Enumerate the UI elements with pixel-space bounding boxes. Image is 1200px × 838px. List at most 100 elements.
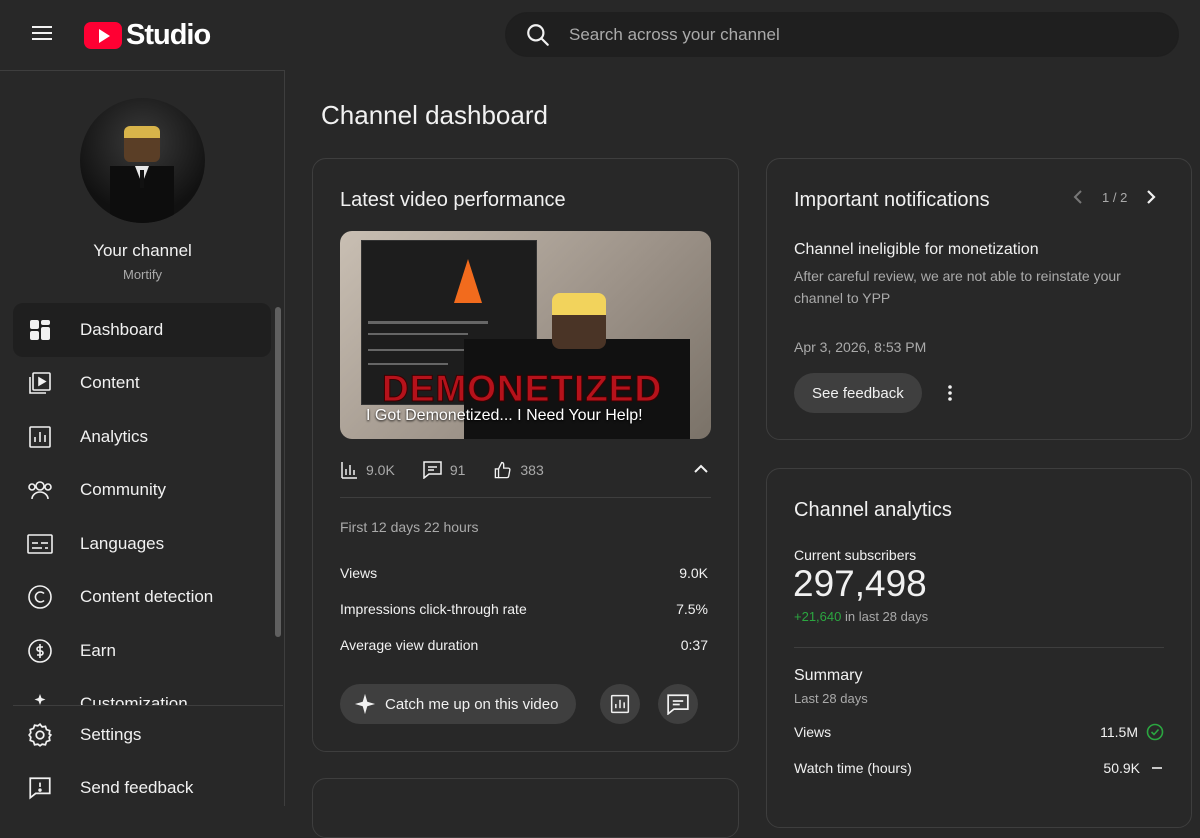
sidebar-item-label: Languages bbox=[80, 533, 165, 553]
important-notifications-card: Important notifications 1 / 2 Channel in… bbox=[766, 158, 1192, 440]
video-title[interactable]: I Got Demonetized... I Need Your Help! bbox=[366, 407, 643, 425]
comments-count: 91 bbox=[449, 462, 466, 478]
top-bar: Studio bbox=[0, 0, 1200, 70]
search-input[interactable] bbox=[569, 24, 1129, 45]
sidebar-item-earn[interactable]: Earn bbox=[13, 624, 271, 678]
search-bar[interactable] bbox=[505, 12, 1179, 57]
channel-handle: Mortify bbox=[123, 267, 162, 282]
sidebar-item-settings[interactable]: Settings bbox=[13, 708, 283, 762]
chevron-right-icon[interactable] bbox=[1145, 189, 1157, 205]
video-comments-button[interactable] bbox=[658, 684, 698, 724]
chevron-up-icon[interactable] bbox=[693, 463, 709, 475]
earn-icon bbox=[26, 637, 54, 665]
catch-me-up-button[interactable]: Catch me up on this video bbox=[340, 684, 577, 724]
latest-video-card: Latest video performance DEMONETIZED I G… bbox=[312, 158, 739, 752]
page-title: Channel dashboard bbox=[321, 100, 548, 130]
main-content: Channel dashboard Latest video performan… bbox=[286, 70, 1200, 838]
video-analytics-button[interactable] bbox=[600, 684, 640, 724]
subscribers-delta-suffix: in last 28 days bbox=[841, 609, 929, 624]
sidebar-item-content-detection[interactable]: Content detection bbox=[13, 571, 271, 625]
likes-stat: 383 bbox=[493, 461, 544, 480]
subscribers-delta: +21,640 in last 28 days bbox=[794, 609, 928, 624]
sidebar-item-label: Settings bbox=[80, 724, 142, 744]
sidebar-item-label: Send feedback bbox=[80, 778, 194, 798]
metric-value: 9.0K bbox=[679, 565, 708, 581]
dashboard-icon bbox=[26, 316, 54, 344]
sparkle-icon bbox=[354, 693, 376, 715]
sidebar-item-label: Community bbox=[80, 480, 166, 500]
video-thumbnail[interactable]: DEMONETIZED I Got Demonetized... I Need … bbox=[340, 231, 711, 439]
sidebar-item-analytics[interactable]: Analytics bbox=[13, 410, 271, 464]
notification-title: Channel ineligible for monetization bbox=[794, 241, 1039, 258]
community-icon bbox=[26, 476, 54, 504]
card-title: Channel analytics bbox=[794, 499, 952, 521]
metric-label: Average view duration bbox=[340, 637, 479, 653]
likes-count: 383 bbox=[520, 462, 544, 478]
content-icon bbox=[26, 369, 54, 397]
sidebar-item-label: Analytics bbox=[80, 426, 149, 446]
channel-avatar[interactable] bbox=[80, 98, 205, 223]
metric-value: 0:37 bbox=[680, 637, 708, 653]
thumbs-up-icon bbox=[495, 461, 511, 478]
sidebar-item-community[interactable]: Community bbox=[13, 464, 271, 518]
divider bbox=[794, 647, 1164, 648]
settings-icon bbox=[26, 721, 54, 749]
check-icon bbox=[1146, 723, 1164, 741]
youtube-studio-logo[interactable]: Studio bbox=[84, 18, 211, 52]
sidebar-item-languages[interactable]: Languages bbox=[13, 517, 271, 571]
sidebar-item-send-feedback[interactable]: Send feedback bbox=[13, 762, 283, 807]
languages-icon bbox=[26, 530, 54, 558]
bar-chart-icon bbox=[341, 462, 357, 479]
see-feedback-label: See feedback bbox=[812, 384, 904, 402]
subscribers-count: 297,498 bbox=[793, 563, 927, 604]
analytics-icon bbox=[610, 694, 630, 714]
analytics-icon bbox=[26, 423, 54, 451]
metric-label: Views bbox=[340, 565, 378, 581]
summary-label: Views bbox=[794, 724, 832, 740]
notification-body: After careful review, we are not able to… bbox=[794, 268, 1121, 306]
subscribers-delta-value: +21,640 bbox=[794, 609, 842, 624]
views-count: 9.0K bbox=[366, 462, 395, 478]
channel-name[interactable]: Your channel bbox=[0, 241, 284, 261]
search-icon[interactable] bbox=[525, 22, 551, 48]
thumbnail-overlay-text: DEMONETIZED bbox=[381, 368, 663, 410]
summary-value: 50.9K bbox=[1103, 760, 1140, 776]
sidebar: Your channel Mortify Dashboard Content A… bbox=[0, 70, 285, 806]
comments-stat: 91 bbox=[423, 461, 466, 479]
see-feedback-button[interactable]: See feedback bbox=[794, 373, 922, 413]
sidebar-nav: Dashboard Content Analytics Community La… bbox=[13, 303, 271, 731]
logo-text: Studio bbox=[126, 18, 211, 51]
metric-row: Impressions click-through rate 7.5% bbox=[340, 601, 708, 617]
catch-me-up-label: Catch me up on this video bbox=[385, 695, 559, 713]
sidebar-item-label: Dashboard bbox=[80, 319, 164, 339]
copyright-icon bbox=[26, 583, 54, 611]
pager-text: 1 / 2 bbox=[1102, 189, 1128, 205]
subscribers-label: Current subscribers bbox=[794, 547, 917, 563]
dash-icon bbox=[1152, 767, 1162, 769]
metric-value: 7.5% bbox=[676, 601, 708, 617]
sidebar-item-label: Content bbox=[80, 373, 140, 393]
sidebar-scrollbar[interactable] bbox=[275, 307, 281, 637]
chevron-left-icon[interactable] bbox=[1072, 189, 1084, 205]
summary-row: Views 11.5M bbox=[794, 723, 1164, 741]
summary-label: Watch time (hours) bbox=[794, 760, 912, 776]
hamburger-menu-button[interactable] bbox=[28, 22, 56, 48]
sidebar-item-label: Earn bbox=[80, 640, 116, 660]
summary-period: Last 28 days bbox=[794, 691, 868, 706]
sidebar-item-dashboard[interactable]: Dashboard bbox=[13, 303, 271, 357]
comment-icon bbox=[423, 461, 442, 479]
next-card bbox=[312, 778, 739, 838]
period-label: First 12 days 22 hours bbox=[340, 519, 479, 535]
sidebar-item-content[interactable]: Content bbox=[13, 357, 271, 411]
summary-title: Summary bbox=[794, 667, 863, 684]
video-stats-row: 9.0K 91 383 bbox=[340, 455, 711, 485]
more-vert-icon[interactable] bbox=[947, 384, 953, 402]
views-stat: 9.0K bbox=[340, 461, 395, 479]
summary-row: Watch time (hours) 50.9K bbox=[794, 759, 1164, 777]
metric-label: Impressions click-through rate bbox=[340, 601, 527, 617]
youtube-logo-icon bbox=[84, 21, 122, 49]
comment-icon bbox=[667, 693, 689, 715]
notification-date: Apr 3, 2026, 8:53 PM bbox=[794, 339, 927, 355]
metric-row: Views 9.0K bbox=[340, 565, 708, 581]
notification-pager: 1 / 2 bbox=[1072, 189, 1157, 205]
